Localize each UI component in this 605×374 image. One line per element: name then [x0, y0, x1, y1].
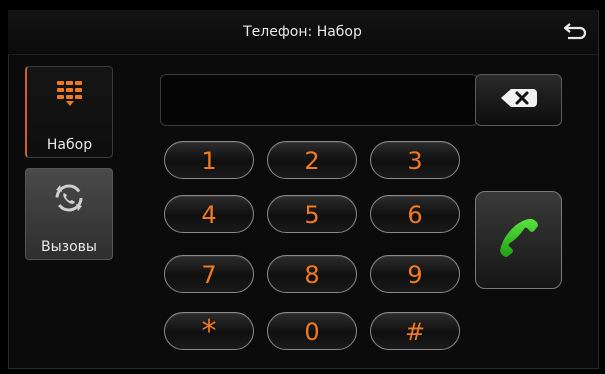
call-log-icon [26, 181, 112, 212]
key-1[interactable]: 1 [164, 141, 254, 179]
call-icon [496, 215, 542, 265]
key-0[interactable]: 0 [267, 312, 357, 350]
sidebar-item-label: Вызовы [41, 239, 97, 255]
backspace-button[interactable] [475, 74, 562, 126]
sidebar-item-label: Набор [46, 137, 93, 153]
page-title: Телефон: Набор [243, 24, 362, 40]
dialpad-icon [27, 79, 112, 109]
call-button[interactable] [475, 191, 562, 289]
key-9[interactable]: 9 [370, 255, 460, 293]
sidebar: Набор Вызовы [22, 64, 118, 364]
backspace-icon [499, 87, 539, 113]
back-arrow-icon[interactable] [563, 20, 589, 44]
sidebar-item-dial[interactable]: Набор [25, 66, 113, 158]
number-display [160, 74, 478, 126]
key-8[interactable]: 8 [267, 255, 357, 293]
title-bar: Телефон: Набор [8, 10, 597, 55]
key-5[interactable]: 5 [267, 195, 357, 233]
key-3[interactable]: 3 [370, 141, 460, 179]
key-6[interactable]: 6 [370, 195, 460, 233]
key-hash[interactable]: # [370, 312, 460, 350]
key-2[interactable]: 2 [267, 141, 357, 179]
key-star[interactable]: * [164, 312, 254, 350]
key-7[interactable]: 7 [164, 255, 254, 293]
key-4[interactable]: 4 [164, 195, 254, 233]
sidebar-item-calls[interactable]: Вызовы [25, 168, 113, 260]
